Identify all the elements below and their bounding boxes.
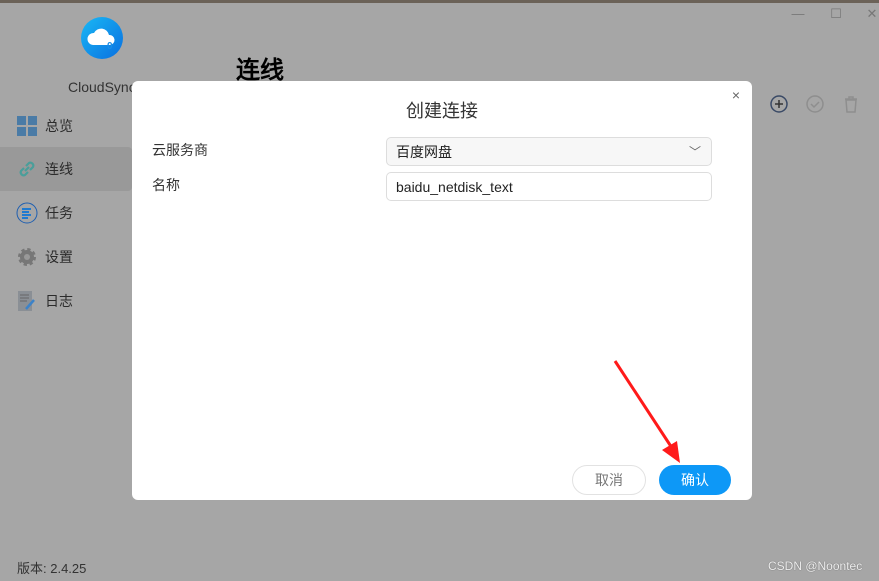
- cloudsync-logo-icon: 0: [81, 17, 123, 59]
- page-title: 连线: [236, 57, 284, 84]
- maximize-button[interactable]: ☐: [826, 6, 846, 22]
- app-name: CloudSync: [68, 79, 136, 95]
- minimize-button[interactable]: —: [788, 6, 808, 21]
- provider-label: 云服务商: [152, 142, 208, 158]
- sidebar-item-overview[interactable]: 总览: [0, 104, 132, 148]
- gear-icon: [18, 248, 36, 266]
- dialog-close-icon[interactable]: ×: [732, 87, 740, 103]
- sidebar-item-connections[interactable]: 连线: [0, 147, 132, 191]
- red-arrow-annotation: [613, 360, 680, 463]
- sidebar-item-label: 任务: [45, 205, 73, 221]
- sidebar-item-logs[interactable]: 日志: [0, 279, 132, 323]
- dashboard-icon: [17, 116, 37, 136]
- svg-text:0: 0: [107, 41, 113, 52]
- task-list-icon: [16, 202, 38, 224]
- link-icon: [19, 161, 35, 177]
- confirm-button[interactable]: 确认: [659, 465, 731, 495]
- sidebar-item-tasks[interactable]: 任务: [0, 191, 132, 235]
- watermark: CSDN @Noontec: [768, 559, 863, 573]
- provider-select[interactable]: 百度网盘 ﹀: [386, 137, 712, 166]
- sidebar-item-settings[interactable]: 设置: [0, 235, 132, 279]
- log-icon: [18, 291, 35, 311]
- name-input[interactable]: baidu_netdisk_text: [386, 172, 712, 201]
- name-value: baidu_netdisk_text: [396, 178, 513, 195]
- delete-connection-button[interactable]: [841, 94, 861, 114]
- name-label: 名称: [152, 177, 180, 193]
- close-window-button[interactable]: ✕: [862, 6, 879, 22]
- cancel-button[interactable]: 取消: [572, 465, 646, 495]
- sidebar-item-label: 日志: [45, 293, 73, 309]
- dialog-title: 创建连接: [406, 101, 478, 121]
- provider-value: 百度网盘: [396, 143, 452, 160]
- check-connection-button[interactable]: [805, 94, 825, 114]
- sidebar-item-label: 连线: [45, 161, 73, 177]
- sidebar-item-label: 设置: [45, 249, 73, 265]
- chevron-down-icon: ﹀: [688, 145, 701, 159]
- window-top-edge: [0, 0, 879, 3]
- add-connection-button[interactable]: [769, 94, 789, 114]
- sidebar-item-label: 总览: [45, 118, 73, 134]
- version-label: 版本: 2.4.25: [17, 561, 87, 576]
